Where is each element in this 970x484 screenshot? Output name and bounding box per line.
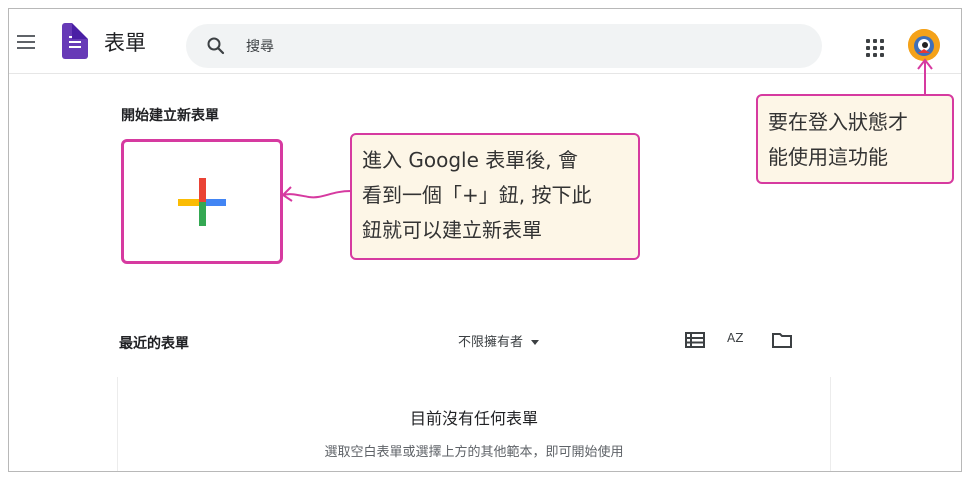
app-title[interactable]: 表單	[104, 27, 146, 57]
blank-form-card[interactable]	[121, 139, 283, 264]
owner-filter-dropdown[interactable]: 不限擁有者	[458, 331, 540, 350]
dropdown-caret-icon	[531, 340, 540, 345]
recent-forms-title: 最近的表單	[119, 336, 189, 352]
callout-arrow	[281, 186, 352, 202]
callout-line: 進入 Google 表單後, 會	[362, 148, 578, 172]
search-icon[interactable]	[206, 36, 226, 56]
owner-filter-label: 不限擁有者	[458, 335, 524, 350]
top-bar: 表單	[9, 9, 961, 74]
plus-icon[interactable]	[178, 178, 226, 226]
list-view-icon[interactable]	[685, 331, 705, 349]
menu-icon[interactable]	[17, 35, 35, 49]
sort-az-icon[interactable]: AZ	[727, 331, 751, 349]
login-requirement-callout: 要在登入狀態才 能使用這功能	[756, 94, 954, 184]
search-bar[interactable]	[186, 24, 822, 68]
forms-home-window: 表單 開始建立新表單	[8, 8, 962, 472]
empty-state: 目前沒有任何表單 選取空白表單或選擇上方的其他範本，即可開始使用	[117, 377, 831, 471]
callout-line: 鈕就可以建立新表單	[362, 218, 542, 242]
callout-line: 看到一個「+」鈕, 按下此	[362, 183, 592, 207]
folder-icon[interactable]	[771, 331, 793, 349]
callout-line: 要在登入狀態才	[768, 110, 908, 134]
search-input[interactable]	[244, 33, 748, 61]
apps-grid-icon[interactable]	[866, 39, 884, 57]
sort-label: AZ	[727, 331, 744, 345]
login-callout-arrow	[917, 58, 933, 95]
empty-state-title: 目前沒有任何表單	[409, 409, 538, 428]
callout-line: 能使用這功能	[768, 145, 888, 169]
empty-state-subtitle: 選取空白表單或選擇上方的其他範本，即可開始使用	[324, 445, 624, 460]
forms-logo-icon[interactable]	[62, 23, 88, 59]
start-new-form-title: 開始建立新表單	[121, 108, 219, 124]
plus-button-callout: 進入 Google 表單後, 會 看到一個「+」鈕, 按下此 鈕就可以建立新表單	[350, 133, 640, 260]
